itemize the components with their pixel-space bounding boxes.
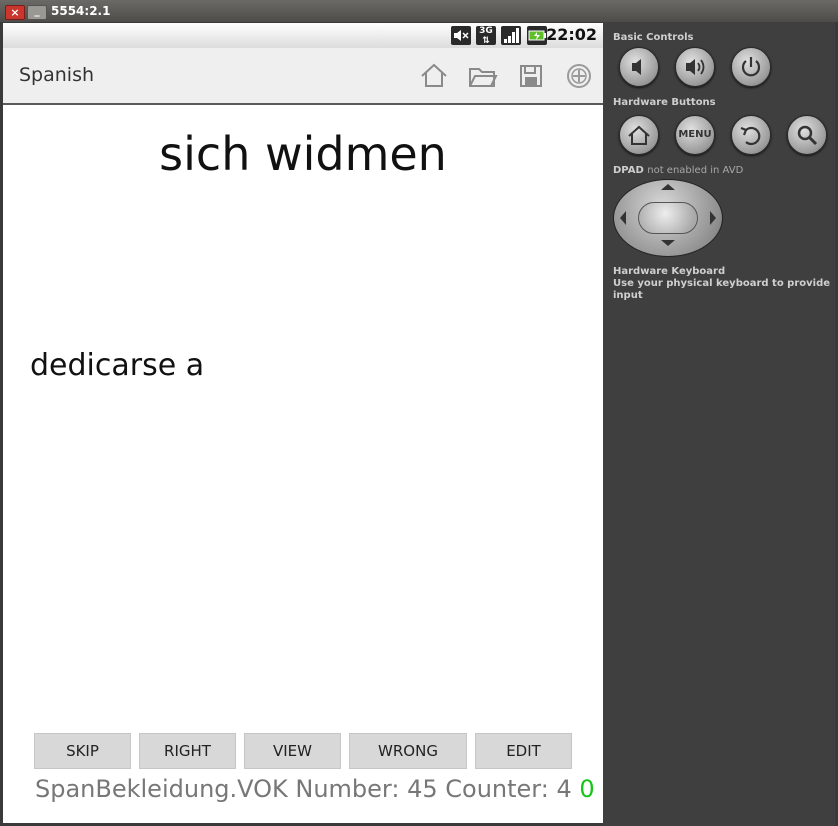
- window-title: 5554:2.1: [51, 4, 111, 18]
- dpad-control[interactable]: [613, 179, 723, 257]
- add-circle-icon[interactable]: [564, 61, 594, 91]
- keyboard-title: Hardware Keyboard: [613, 266, 726, 277]
- vocabulary-word: sich widmen: [159, 127, 447, 181]
- status-time: 22:02: [546, 25, 597, 44]
- status-bar: 3G ⇅ 22:02: [3, 23, 603, 48]
- muted-speaker-icon: [451, 26, 471, 45]
- close-icon[interactable]: ×: [5, 5, 25, 20]
- dpad-right-icon: [710, 211, 716, 225]
- signal-icon: [501, 26, 521, 45]
- hardware-home-icon[interactable]: [619, 115, 659, 155]
- skip-button[interactable]: SKIP: [34, 733, 131, 769]
- dpad-note: not enabled in AVD: [647, 165, 744, 176]
- dpad-up-icon: [661, 184, 675, 190]
- view-button[interactable]: VIEW: [244, 733, 341, 769]
- wrong-button[interactable]: WRONG: [349, 733, 467, 769]
- hardware-search-icon[interactable]: [787, 115, 827, 155]
- status-footer: SpanBekleidung.VOK Number: 45 Counter: 4…: [35, 775, 603, 803]
- translation-text: dedicarse a: [30, 348, 205, 383]
- minimize-icon[interactable]: _: [27, 5, 47, 20]
- footer-info: SpanBekleidung.VOK Number: 45 Counter: 4: [35, 775, 572, 803]
- volume-down-icon[interactable]: [619, 47, 659, 87]
- action-bar: Spanish: [3, 48, 603, 105]
- battery-charging-icon: [527, 26, 547, 45]
- dpad-down-icon: [661, 240, 675, 246]
- back-icon[interactable]: [731, 115, 771, 155]
- device-screen: 3G ⇅ 22:02 Spanish sich widmen dedicarse …: [3, 23, 603, 823]
- dpad-title: DPAD: [613, 165, 644, 176]
- save-icon[interactable]: [516, 61, 546, 91]
- hardware-buttons-label: Hardware Buttons: [613, 97, 716, 108]
- keyboard-note: Use your physical keyboard to provide in…: [613, 278, 831, 301]
- home-icon[interactable]: [419, 61, 449, 91]
- menu-label: MENU: [678, 129, 712, 140]
- edit-button[interactable]: EDIT: [475, 733, 572, 769]
- power-icon[interactable]: [731, 47, 771, 87]
- hardware-menu-button[interactable]: MENU: [675, 115, 715, 155]
- dpad-label: DPAD not enabled in AVD: [613, 165, 743, 176]
- basic-controls-label: Basic Controls: [613, 32, 694, 43]
- app-title: Spanish: [19, 64, 95, 86]
- dpad-center-button[interactable]: [638, 202, 698, 234]
- folder-open-icon[interactable]: [468, 61, 498, 91]
- window-titlebar: × _ 5554:2.1: [0, 0, 838, 22]
- 3g-icon: 3G ⇅: [476, 26, 496, 46]
- hardware-keyboard-info: Hardware Keyboard Use your physical keyb…: [613, 266, 835, 302]
- emulator-controls-panel: Basic Controls Hardware Buttons MENU DPA…: [603, 22, 835, 826]
- dpad-left-icon: [620, 211, 626, 225]
- volume-up-icon[interactable]: [675, 47, 715, 87]
- right-button[interactable]: RIGHT: [139, 733, 236, 769]
- right-count: 0: [579, 775, 595, 803]
